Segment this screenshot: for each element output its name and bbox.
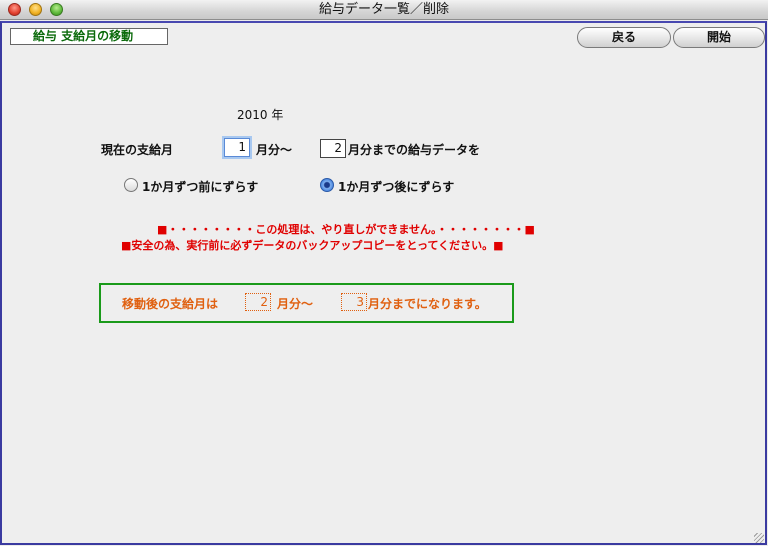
to-month-field[interactable]: 2 [320, 139, 346, 158]
result-from-month: 2 [245, 293, 271, 311]
shift-next-label[interactable]: 1か月ずつ後にずらす [338, 178, 454, 195]
warning-line-2: ■安全の為、実行前に必ずデータのバックアップコピーをとってください。■ [121, 239, 504, 252]
from-month-field[interactable]: 1 [224, 138, 250, 157]
title-bar: 給与データ一覧／削除 [0, 0, 768, 20]
result-label: 移動後の支給月は [122, 297, 219, 311]
shift-prev-label[interactable]: 1か月ずつ前にずらす [142, 178, 258, 195]
resize-grip-icon[interactable] [754, 533, 764, 543]
result-to-suffix: 月分までになります。 [368, 297, 487, 311]
back-button[interactable]: 戻る [577, 27, 671, 48]
result-to-month: 3 [341, 293, 367, 311]
current-month-label: 現在の支給月 [101, 143, 174, 157]
warning-line-1: ■・・・・・・・・この処理は、やり直しができません。・・・・・・・・■ [157, 223, 535, 236]
shift-next-radio[interactable] [320, 178, 334, 192]
to-month-suffix: 月分までの給与データを [348, 143, 481, 157]
result-from-suffix: 月分～ [277, 297, 314, 311]
year-label: 2010 年 [237, 108, 284, 122]
screen-title: 給与 支給月の移動 [10, 28, 168, 45]
start-button[interactable]: 開始 [673, 27, 765, 48]
from-month-suffix: 月分～ [256, 143, 293, 157]
window-title: 給与データ一覧／削除 [318, 2, 449, 17]
shift-prev-radio[interactable] [124, 178, 138, 192]
